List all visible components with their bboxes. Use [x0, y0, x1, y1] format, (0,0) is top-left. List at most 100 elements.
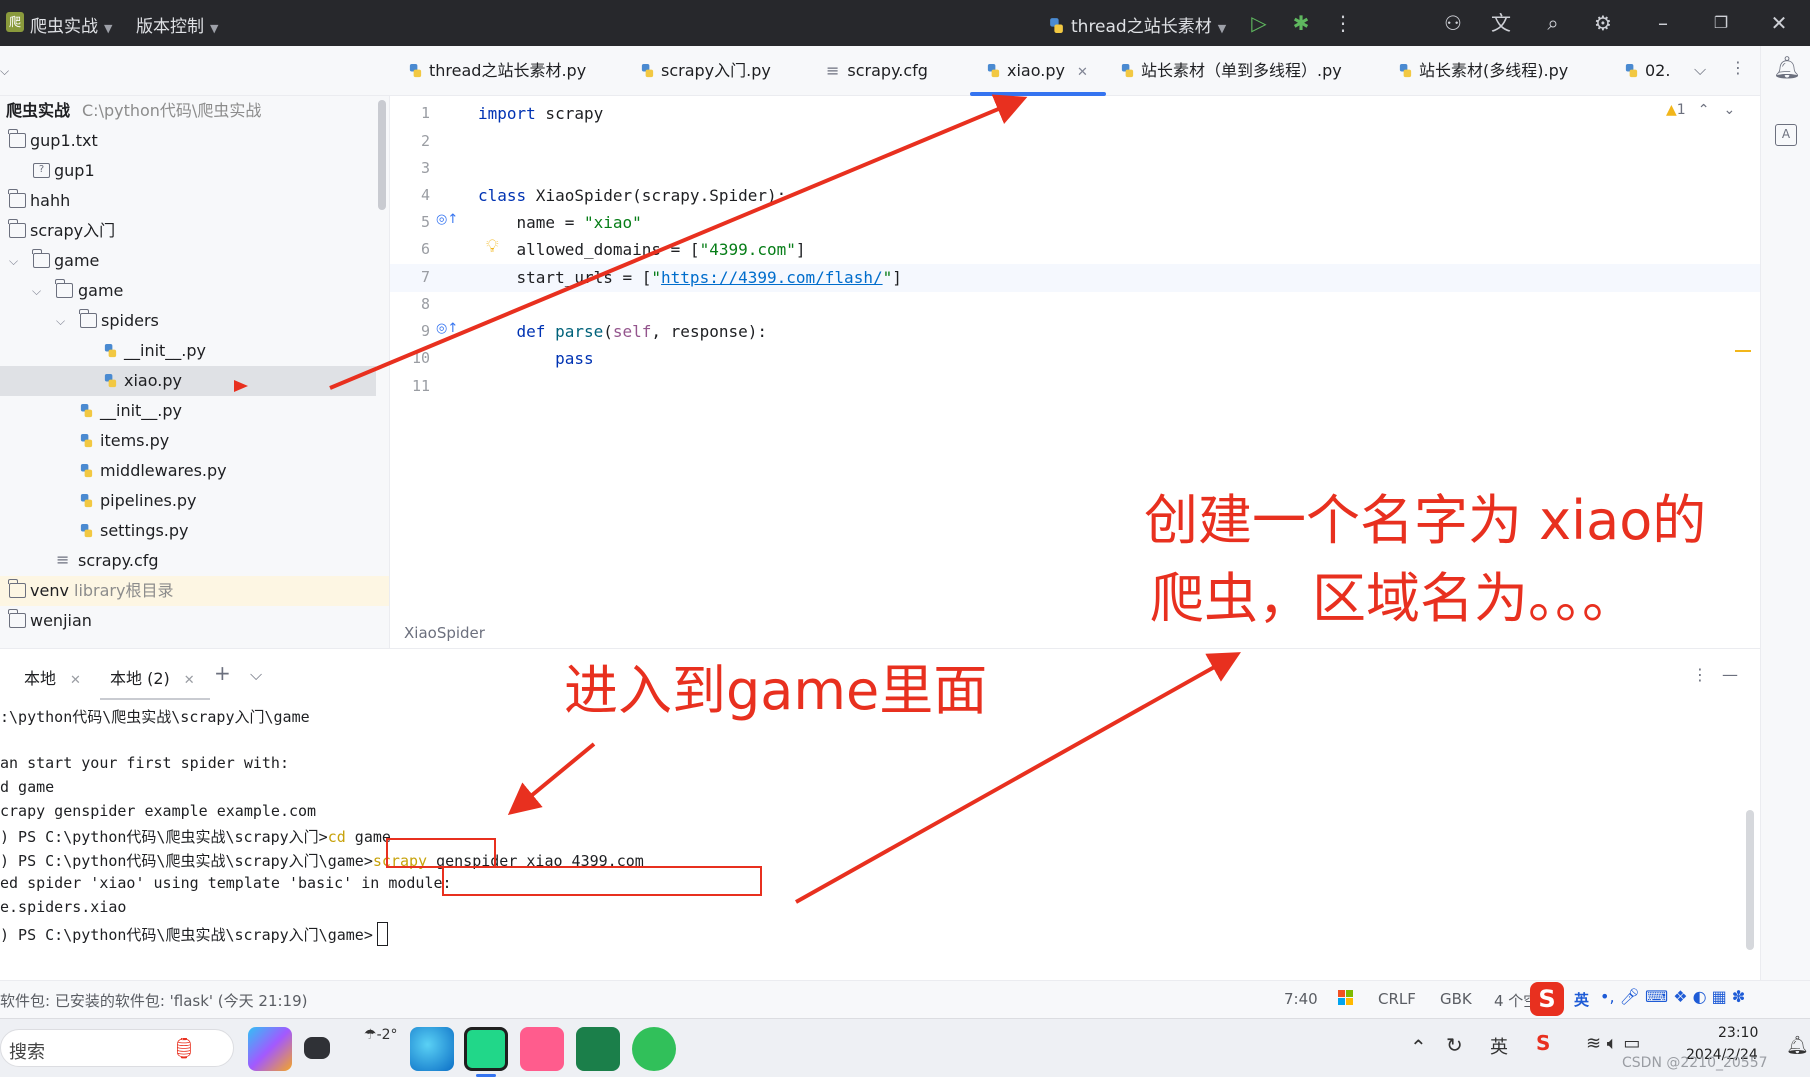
tree-item[interactable]: ≡ scrapy.cfg: [0, 546, 389, 576]
terminal-scrollbar[interactable]: [1746, 810, 1754, 950]
caret-position[interactable]: 7:40: [1284, 990, 1318, 1008]
bilibili-app-icon[interactable]: [520, 1027, 564, 1071]
project-switcher[interactable]: 爬虫实战 ▼: [30, 12, 112, 37]
run-config-selector[interactable]: thread之站长素材 ▼: [1048, 12, 1226, 37]
python-file-icon: [641, 63, 654, 78]
weather-widget[interactable]: ☂-2°: [364, 1027, 398, 1043]
new-terminal-icon[interactable]: +: [214, 661, 231, 685]
more-vertical-icon[interactable]: ⋮: [1730, 58, 1746, 77]
add-user-icon[interactable]: ⚇: [1438, 8, 1468, 38]
vscode-app-icon[interactable]: [576, 1027, 620, 1071]
tree-item[interactable]: __init__.py: [0, 336, 389, 366]
ime-icon[interactable]: 英: [1490, 1033, 1508, 1059]
pycharm-app-icon[interactable]: [464, 1027, 508, 1071]
tree-item-label: items.py: [100, 431, 170, 450]
taskbar-search[interactable]: 搜索 🏮︎: [0, 1029, 234, 1067]
search-icon[interactable]: ⌕: [1538, 8, 1568, 38]
notification-bell-icon[interactable]: 🔔︎: [1786, 1035, 1809, 1056]
tree-root[interactable]: 爬虫实战 C:\python代码\爬虫实战: [0, 96, 389, 126]
tab-xiao[interactable]: xiao.py ✕: [986, 60, 1088, 84]
ime-mode[interactable]: 英: [1574, 989, 1589, 1010]
folder-icon: [8, 189, 26, 208]
status-message[interactable]: 软件包: 已安装的软件包: 'flask' (今天 21:19): [0, 990, 308, 1011]
terminal-tab-local-2[interactable]: 本地 (2) ✕: [110, 665, 195, 689]
clock-time[interactable]: 23:10: [1718, 1025, 1758, 1041]
sogou-tray-icon[interactable]: S: [1536, 1031, 1550, 1055]
tab-scrapy-cfg[interactable]: ≡ scrapy.cfg: [826, 60, 928, 84]
line-separator[interactable]: CRLF: [1378, 990, 1416, 1008]
tree-item[interactable]: venv library根目录: [0, 576, 389, 606]
tree-scrollbar[interactable]: [378, 100, 386, 210]
tab-02[interactable]: 02.: [1624, 60, 1670, 84]
close-tab-icon[interactable]: ✕: [184, 673, 195, 688]
tree-item-selected[interactable]: xiao.py: [0, 366, 376, 396]
chevron-down-icon[interactable]: ⌵: [0, 64, 9, 79]
file-encoding[interactable]: GBK: [1440, 990, 1472, 1008]
task-view-icon[interactable]: [304, 1037, 330, 1059]
tab-single-to-multi[interactable]: 站长素材（单到多线程）.py: [1120, 60, 1342, 84]
ai-assistant-icon[interactable]: A: [1775, 124, 1797, 146]
sync-icon[interactable]: ↻: [1446, 1033, 1463, 1057]
python-file-icon: [80, 403, 93, 418]
tab-multithread[interactable]: 站长素材(多线程).py: [1398, 60, 1568, 84]
close-tab-icon[interactable]: ✕: [70, 673, 81, 688]
sogou-ime-icon[interactable]: S: [1530, 982, 1564, 1016]
minimize-icon[interactable]: –: [1648, 8, 1678, 38]
close-icon[interactable]: ✕: [1764, 8, 1794, 38]
tree-item[interactable]: pipelines.py: [0, 486, 389, 516]
chevron-down-icon[interactable]: ⌵: [9, 246, 18, 276]
close-tab-icon[interactable]: ✕: [1077, 65, 1088, 80]
tree-item[interactable]: ⌵ game: [0, 276, 389, 306]
inspection-widget[interactable]: ▲1 ⌃ ⌄: [1666, 102, 1735, 118]
wechat-app-icon[interactable]: [632, 1027, 676, 1071]
annotation-create-line1: 创建一个名字为 xiao的: [1144, 489, 1707, 552]
tab-thread[interactable]: thread之站长素材.py: [408, 60, 586, 84]
tree-item[interactable]: scrapy入门: [0, 216, 389, 246]
ime-toolbar-icons[interactable]: •, 🎤︎ ⌨ ❖ ◐ ▦ ✽: [1600, 987, 1745, 1006]
show-hidden-icons[interactable]: ⌃: [1410, 1035, 1427, 1059]
restore-icon[interactable]: ❐: [1706, 8, 1736, 38]
run-icon[interactable]: ▷: [1244, 8, 1274, 38]
tree-item[interactable]: __init__.py: [0, 396, 389, 426]
terminal-output[interactable]: :\python代码\爬虫实战\scrapy入门\game an start y…: [0, 700, 1760, 980]
copilot-app-icon[interactable]: [248, 1027, 292, 1071]
more-vertical-icon[interactable]: ⋮: [1692, 665, 1708, 684]
tree-item[interactable]: items.py: [0, 426, 389, 456]
tree-item-label: xiao.py: [124, 371, 182, 390]
more-vertical-icon[interactable]: ⋮: [1328, 8, 1358, 38]
terminal-tab-local[interactable]: 本地 ✕: [24, 665, 81, 689]
project-badge[interactable]: 爬: [6, 12, 24, 32]
tree-item[interactable]: ? gup1: [0, 156, 389, 186]
gear-icon[interactable]: ⚙: [1588, 8, 1618, 38]
line-number: 9: [420, 322, 430, 340]
chevron-down-icon[interactable]: ⌵: [32, 276, 41, 306]
tree-item[interactable]: ⌵ game: [0, 246, 389, 276]
tree-item[interactable]: hahh: [0, 186, 389, 216]
hide-panel-icon[interactable]: —: [1722, 665, 1738, 684]
edge-browser-icon[interactable]: [410, 1027, 454, 1071]
tree-item-label: game: [54, 251, 100, 270]
network-volume-battery-icons[interactable]: ≋ 🔈︎ ▭: [1586, 1033, 1640, 1054]
breadcrumb[interactable]: XiaoSpider: [404, 624, 485, 642]
tab-label: scrapy.cfg: [847, 61, 928, 80]
tree-item[interactable]: ⌵ spiders: [0, 306, 389, 336]
tree-item[interactable]: gup1.txt: [0, 126, 389, 156]
chevron-down-icon[interactable]: ⌵: [250, 665, 262, 685]
notifications-icon[interactable]: 🔔︎: [1773, 56, 1801, 81]
chevron-down-icon[interactable]: ⌵: [56, 306, 65, 336]
tab-scrapy-intro[interactable]: scrapy入门.py: [640, 60, 771, 84]
tree-item-label: game: [78, 281, 124, 300]
code-line-10: pass: [478, 349, 594, 368]
tree-item[interactable]: settings.py: [0, 516, 389, 546]
tree-item-label: settings.py: [100, 521, 189, 540]
line-number: 5: [420, 213, 430, 231]
tree-item[interactable]: wenjian: [0, 606, 389, 636]
override-gutter-icon[interactable]: ◎↑: [436, 321, 458, 336]
vcs-menu[interactable]: 版本控制 ▼: [136, 12, 218, 37]
debug-icon[interactable]: ✱: [1286, 8, 1316, 38]
translate-icon[interactable]: 文: [1486, 8, 1516, 38]
tab-list-chevron-icon[interactable]: ⌵: [1694, 60, 1706, 80]
url-link[interactable]: https://4399.com/flash/: [661, 268, 883, 287]
tree-item[interactable]: middlewares.py: [0, 456, 389, 486]
override-gutter-icon[interactable]: ◎↑: [436, 212, 458, 227]
